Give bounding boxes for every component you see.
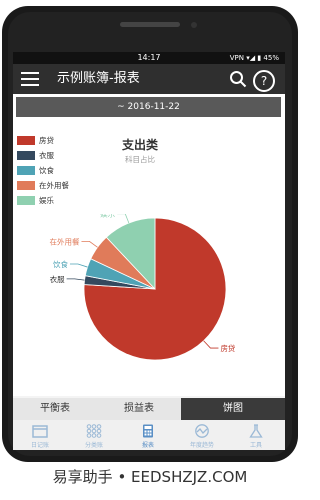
legend-item: 饮食	[17, 166, 69, 181]
tab-balance-sheet[interactable]: 平衡表	[13, 398, 97, 420]
nav-tools-label: 工具	[249, 442, 262, 449]
legend-label: 衣服	[39, 151, 54, 160]
status-indicators: VPN ▾◢ ▮ 45%	[229, 54, 279, 62]
pie-leader-line	[81, 240, 98, 248]
grid-icon	[86, 424, 102, 438]
chart-title: 支出类	[122, 138, 159, 152]
nav-annual-trend-label: 年度趋势	[189, 442, 214, 449]
nav-ledger[interactable]: 分类账	[67, 420, 121, 450]
nav-annual-trend[interactable]: 年度趋势	[175, 420, 229, 450]
brand-watermark: 易享助手 • EEDSHZJZ.COM	[52, 468, 248, 486]
menu-icon[interactable]	[21, 72, 39, 86]
tab-income-statement[interactable]: 损益表	[97, 398, 181, 420]
status-bar: 14:17 VPN ▾◢ ▮ 45%	[13, 52, 285, 64]
pie-chart: 房贷 衣服 饮食 在外用餐 娱乐	[49, 214, 236, 361]
tab-pie-chart[interactable]: 饼图	[181, 398, 285, 420]
pie-label: 房贷	[220, 343, 235, 353]
chart-legend: 房贷衣服饮食在外用餐娱乐	[17, 136, 69, 211]
legend-label: 房贷	[39, 136, 54, 145]
app-bar: 示例账簿-报表 ?	[13, 64, 285, 94]
nav-tools[interactable]: 工具	[229, 420, 283, 450]
legend-swatch	[17, 151, 35, 160]
page-title: 示例账簿-报表	[57, 71, 140, 86]
calendar-icon	[32, 425, 48, 438]
nav-reports-label: 报表	[141, 442, 154, 449]
pie-leader-line	[69, 263, 88, 268]
pie-leader-line	[203, 340, 219, 349]
legend-item: 房贷	[17, 136, 69, 151]
legend-label: 在外用餐	[39, 181, 69, 190]
bottom-navigation: 日记账 分类账 报表 年度趋势 工具	[13, 420, 285, 450]
legend-label: 娱乐	[39, 196, 54, 205]
search-icon[interactable]	[229, 70, 247, 88]
pie-leader-line	[117, 214, 130, 224]
nav-reports[interactable]: 报表	[121, 420, 175, 450]
trend-icon	[195, 424, 209, 438]
legend-swatch	[17, 181, 35, 190]
calculator-icon	[143, 424, 153, 438]
legend-swatch	[17, 196, 35, 205]
flask-icon	[249, 424, 263, 438]
pie-label: 衣服	[50, 274, 65, 284]
nav-ledger-label: 分类账	[84, 442, 103, 449]
pie-label: 饮食	[53, 259, 68, 269]
report-tabs: 平衡表 损益表 饼图	[13, 398, 285, 420]
chart-subtitle: 科目占比	[125, 155, 155, 164]
report-content: ~ 2016-11-22 房贷 衣服 饮食 在外用餐 娱乐 支出类 科目占比 房贷 衣服饮…	[13, 94, 285, 396]
help-icon[interactable]: ?	[253, 70, 275, 92]
legend-item: 在外用餐	[17, 181, 69, 196]
pie-label: 在外用餐	[49, 236, 79, 246]
nav-journal-label: 日记账	[30, 442, 49, 449]
legend-item: 衣服	[17, 151, 69, 166]
legend-item: 娱乐	[17, 196, 69, 211]
legend-swatch	[17, 136, 35, 145]
legend-label: 饮食	[39, 166, 54, 175]
legend-swatch	[17, 166, 35, 175]
pie-label: 娱乐	[100, 214, 115, 219]
pie-leader-line	[66, 278, 85, 281]
date-range-selector[interactable]: ~ 2016-11-22	[16, 97, 281, 117]
nav-journal[interactable]: 日记账	[13, 420, 67, 450]
